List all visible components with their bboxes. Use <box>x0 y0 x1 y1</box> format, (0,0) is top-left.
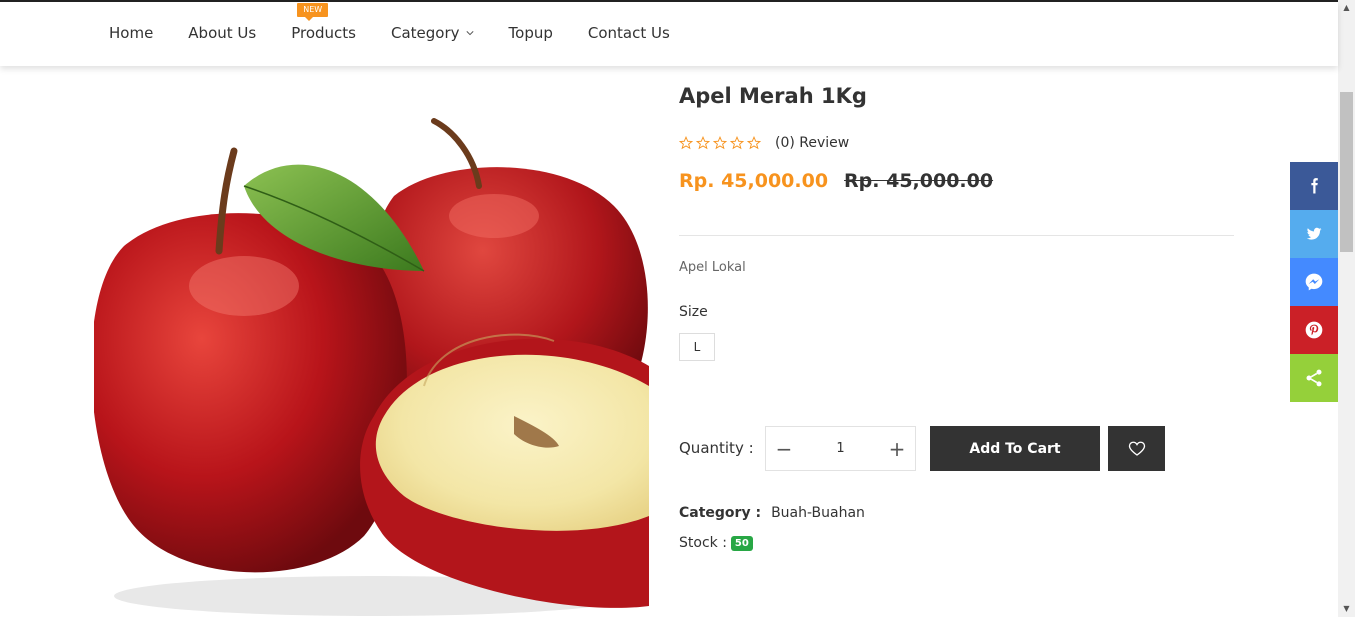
heart-icon <box>1128 441 1145 456</box>
share-bar <box>1290 162 1338 402</box>
wishlist-button[interactable] <box>1108 426 1165 471</box>
share-messenger-button[interactable] <box>1290 258 1338 306</box>
quantity-increase-button[interactable]: + <box>887 439 907 459</box>
share-icon <box>1306 369 1322 387</box>
product-title: Apel Merah 1Kg <box>679 84 867 108</box>
category-label: Category : <box>679 505 762 521</box>
nav-contact-us[interactable]: Contact Us <box>588 24 670 42</box>
stock-badge: 50 <box>730 535 753 551</box>
nav-products[interactable]: NEW Products <box>291 3 356 42</box>
nav-category-label: Category <box>391 24 460 42</box>
stock-line: Stock : 50 <box>679 535 753 551</box>
apple-illustration <box>94 118 649 616</box>
star-rating <box>679 136 761 150</box>
scroll-thumb[interactable] <box>1340 92 1353 252</box>
product-description: Apel Lokal <box>679 260 746 275</box>
twitter-icon <box>1306 227 1322 240</box>
add-to-cart-button[interactable]: Add To Cart <box>930 426 1100 471</box>
facebook-icon <box>1311 178 1318 194</box>
star-icon <box>730 136 744 150</box>
nav-about-us[interactable]: About Us <box>188 24 256 42</box>
review-count[interactable]: (0) Review <box>775 135 849 151</box>
quantity-stepper: − 1 + <box>765 426 916 471</box>
nav-contact-label: Contact Us <box>587 24 670 42</box>
new-badge: NEW <box>297 3 329 21</box>
messenger-icon <box>1305 273 1323 291</box>
star-icon <box>679 136 693 150</box>
nav-home[interactable]: Home <box>109 24 153 42</box>
price-block: Rp. 45,000.00 Rp. 45,000.00 <box>679 170 993 192</box>
category-line: Category : Buah-Buahan <box>679 505 865 521</box>
share-more-button[interactable] <box>1290 354 1338 402</box>
chevron-down-icon <box>465 31 474 36</box>
size-label: Size <box>679 304 708 320</box>
nav-about-label: About Us <box>188 24 257 42</box>
main-nav: Home About Us NEW Products Category Topu… <box>109 3 705 42</box>
quantity-label: Quantity : <box>679 439 754 457</box>
size-option[interactable]: L <box>679 333 715 361</box>
product-image[interactable] <box>94 86 649 617</box>
quantity-input[interactable]: 1 <box>836 441 844 456</box>
stock-label: Stock : <box>679 535 727 551</box>
nav-category[interactable]: Category <box>391 24 474 42</box>
nav-topup[interactable]: Topup <box>509 24 553 42</box>
star-icon <box>747 136 761 150</box>
current-price: Rp. 45,000.00 <box>679 170 829 192</box>
rating: (0) Review <box>679 135 849 151</box>
category-value[interactable]: Buah-Buahan <box>771 505 865 521</box>
star-icon <box>713 136 727 150</box>
nav-home-label: Home <box>109 24 154 42</box>
share-twitter-button[interactable] <box>1290 210 1338 258</box>
share-pinterest-button[interactable] <box>1290 306 1338 354</box>
scrollbar[interactable]: ▲ ▼ <box>1338 0 1355 617</box>
scroll-up-icon[interactable]: ▲ <box>1342 3 1351 12</box>
scroll-down-icon[interactable]: ▼ <box>1342 604 1351 613</box>
old-price: Rp. 45,000.00 <box>844 170 994 192</box>
divider <box>679 235 1234 236</box>
share-facebook-button[interactable] <box>1290 162 1338 210</box>
pinterest-icon <box>1305 321 1323 339</box>
quantity-decrease-button[interactable]: − <box>774 439 794 459</box>
nav-products-label: Products <box>291 24 356 42</box>
star-icon <box>696 136 710 150</box>
header: Home About Us NEW Products Category Topu… <box>0 2 1338 66</box>
nav-topup-label: Topup <box>508 24 553 42</box>
